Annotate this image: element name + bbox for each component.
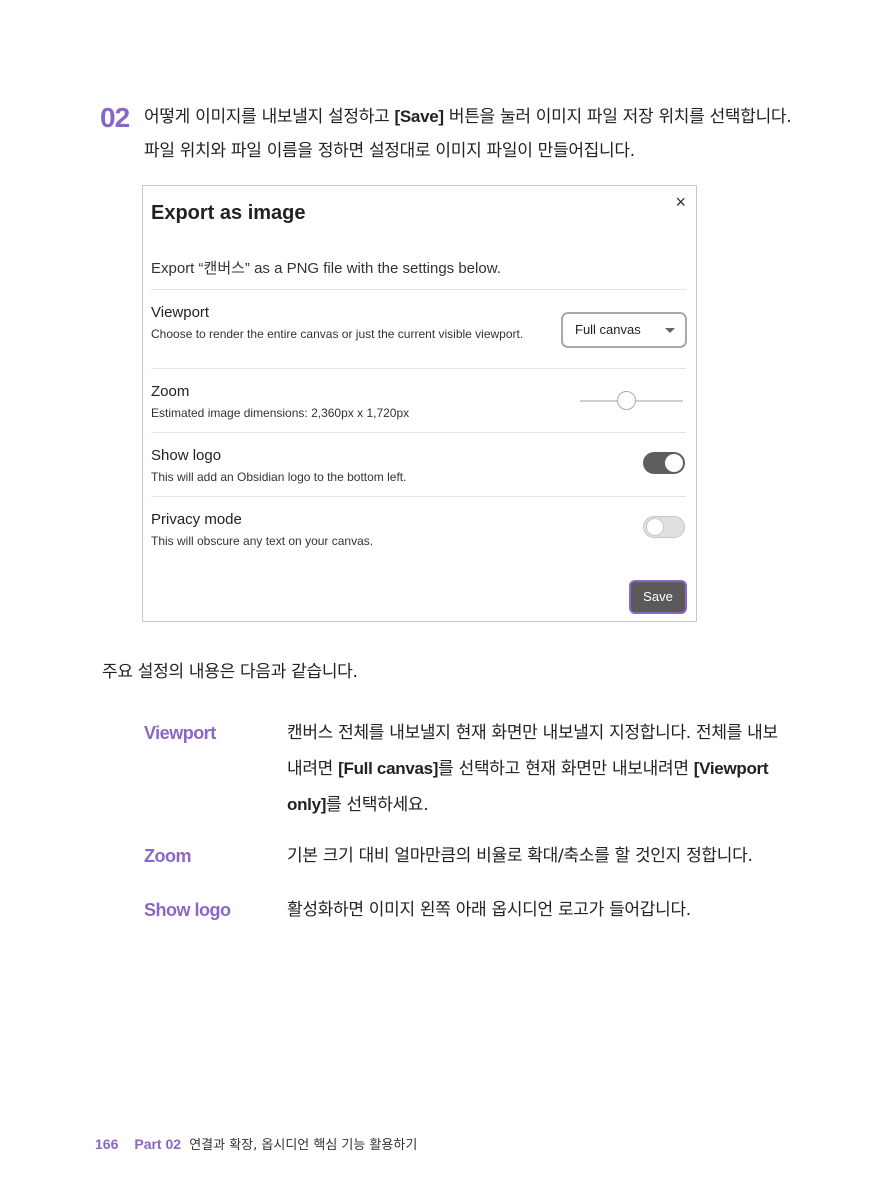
privacy-mode-toggle[interactable] bbox=[643, 516, 685, 538]
privacy-mode-setting-name: Privacy mode bbox=[151, 511, 242, 528]
dialog-description: Export “캔버스” as a PNG file with the sett… bbox=[151, 260, 501, 277]
zoom-setting-desc: Estimated image dimensions: 2,360px x 1,… bbox=[151, 406, 410, 420]
step-keyword: [Save] bbox=[394, 107, 445, 126]
show-logo-setting-name: Show logo bbox=[151, 447, 222, 464]
close-icon[interactable]: × bbox=[675, 192, 686, 213]
dialog-title: Export as image bbox=[151, 202, 306, 224]
definition-body-viewport: 캔버스 전체를 내보낼지 현재 화면만 내보낼지 지정합니다. 전체를 내보내려… bbox=[287, 716, 787, 823]
footer-part: Part 02 bbox=[134, 1136, 182, 1152]
page-footer: 166 Part 02 연결과 확장, 옵시디언 핵심 기능 활용하기 bbox=[95, 1134, 417, 1153]
zoom-setting-name: Zoom bbox=[151, 383, 190, 400]
viewport-select-value: Full canvas bbox=[575, 322, 641, 337]
step-text: 어떻게 이미지를 내보낼지 설정하고 [Save] 버튼을 눌러 이미지 파일 … bbox=[144, 100, 794, 168]
show-logo-toggle[interactable] bbox=[643, 452, 685, 474]
footer-chapter: 연결과 확장, 옵시디언 핵심 기능 활용하기 bbox=[189, 1138, 418, 1153]
viewport-setting-name: Viewport bbox=[151, 304, 210, 321]
divider bbox=[151, 496, 686, 497]
definition-term-viewport: Viewport bbox=[144, 723, 216, 743]
viewport-setting-desc: Choose to render the entire canvas or ju… bbox=[151, 327, 524, 341]
show-logo-setting-desc: This will add an Obsidian logo to the bo… bbox=[151, 470, 407, 484]
divider bbox=[151, 368, 686, 369]
save-button[interactable]: Save bbox=[629, 580, 687, 614]
definition-body-show-logo: 활성화하면 이미지 왼쪽 아래 옵시디언 로고가 들어갑니다. bbox=[287, 900, 691, 920]
definition-body-zoom: 기본 크기 대비 얼마만큼의 비율로 확대/축소를 할 것인지 정합니다. bbox=[287, 846, 753, 866]
toggle-knob bbox=[646, 518, 664, 536]
page-number: 166 bbox=[95, 1136, 119, 1152]
step-text-before: 어떻게 이미지를 내보낼지 설정하고 bbox=[144, 107, 395, 127]
divider bbox=[151, 289, 686, 290]
viewport-select[interactable]: Full canvas bbox=[561, 312, 687, 348]
privacy-mode-setting-desc: This will obscure any text on your canva… bbox=[151, 534, 374, 548]
definition-term-show-logo: Show logo bbox=[144, 900, 231, 920]
divider bbox=[151, 432, 686, 433]
def-text: 를 선택하세요. bbox=[326, 795, 429, 815]
intro-text: 주요 설정의 내용은 다음과 같습니다. bbox=[102, 662, 358, 682]
export-dialog: × Export as image Export “캔버스” as a PNG … bbox=[142, 185, 697, 622]
chevron-down-icon bbox=[665, 328, 675, 333]
step-number: 02 bbox=[100, 102, 130, 133]
def-keyword: [Full canvas] bbox=[338, 759, 439, 778]
def-text: 를 선택하고 현재 화면만 내보내려면 bbox=[438, 759, 694, 779]
definition-term-zoom: Zoom bbox=[144, 846, 192, 866]
zoom-slider-thumb[interactable] bbox=[616, 391, 636, 410]
toggle-knob bbox=[665, 454, 683, 472]
